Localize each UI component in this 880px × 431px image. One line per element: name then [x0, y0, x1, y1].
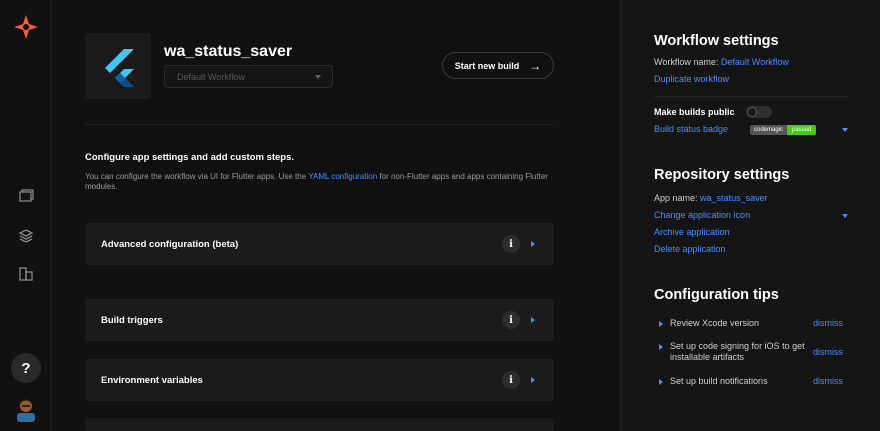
tip-item: Set up build notifications dismiss: [654, 376, 848, 390]
app-name-label: App name:: [654, 193, 698, 203]
help-button[interactable]: ?: [11, 353, 41, 383]
dismiss-link[interactable]: dismiss: [813, 376, 843, 386]
app-title: wa_status_saver: [164, 43, 293, 60]
build-status-badge-link[interactable]: Build status badge: [654, 124, 728, 134]
configuration-tips-heading: Configuration tips: [654, 287, 779, 303]
section-build-triggers[interactable]: Build triggers i: [85, 299, 554, 341]
toggle-knob: [747, 107, 757, 117]
chevron-down-icon: [315, 75, 321, 79]
configure-title: Configure app settings and add custom st…: [85, 152, 295, 163]
badge-left: codemagic: [750, 125, 788, 135]
user-avatar[interactable]: [14, 396, 38, 422]
caret-right-icon[interactable]: [531, 377, 535, 383]
caret-right-icon[interactable]: [659, 344, 663, 350]
chevron-down-icon[interactable]: [842, 214, 848, 218]
start-build-label: Start new build: [454, 60, 520, 71]
caret-right-icon[interactable]: [531, 317, 535, 323]
section-title: Build triggers: [101, 315, 163, 326]
duplicate-workflow-link[interactable]: Duplicate workflow: [654, 74, 729, 84]
section-title: Advanced configuration (beta): [101, 239, 239, 250]
app-name-link[interactable]: wa_status_saver: [700, 193, 768, 203]
workflow-settings-heading: Workflow settings: [654, 33, 779, 49]
info-icon[interactable]: i: [502, 311, 520, 329]
arrow-right-icon: →: [529, 58, 542, 73]
archive-application-link[interactable]: Archive application: [654, 227, 730, 237]
info-icon[interactable]: i: [502, 371, 520, 389]
dismiss-link[interactable]: dismiss: [813, 347, 843, 357]
tip-text[interactable]: Set up build notifications: [670, 376, 810, 387]
dismiss-link[interactable]: dismiss: [813, 318, 843, 328]
info-icon[interactable]: i: [502, 235, 520, 253]
tip-item: Set up code signing for iOS to get insta…: [654, 341, 848, 365]
workflow-select-placeholder: Default Workflow: [177, 72, 245, 82]
section-environment-variables[interactable]: Environment variables i: [85, 359, 554, 401]
repository-settings-heading: Repository settings: [654, 167, 790, 183]
status-badge: codemagic passed: [750, 125, 817, 135]
section-partial: [85, 418, 554, 431]
workflow-name-label: Workflow name:: [654, 57, 719, 67]
caret-right-icon[interactable]: [659, 379, 663, 385]
layers-icon[interactable]: [18, 228, 34, 244]
codemagic-logo-icon[interactable]: [13, 14, 39, 40]
divider: [85, 124, 554, 125]
workflow-select[interactable]: Default Workflow: [164, 65, 333, 88]
tip-item: Review Xcode version dismiss: [654, 318, 848, 332]
workflow-name-row: Workflow name: Default Workflow: [654, 57, 789, 67]
flutter-logo-icon: [105, 49, 134, 87]
caret-right-icon[interactable]: [659, 321, 663, 327]
icon-rail: ?: [0, 0, 52, 431]
delete-application-link[interactable]: Delete application: [654, 244, 726, 254]
chevron-down-icon[interactable]: [842, 128, 848, 132]
caret-right-icon[interactable]: [531, 241, 535, 247]
workflow-name-link[interactable]: Default Workflow: [721, 57, 789, 67]
section-title: Environment variables: [101, 375, 203, 386]
apps-icon[interactable]: [18, 188, 34, 204]
teams-icon[interactable]: [18, 266, 34, 282]
make-builds-public-label: Make builds public: [654, 107, 735, 117]
codemagic-app: ? wa_status_saver Default Workflow Start…: [0, 0, 880, 431]
main-content: wa_status_saver Default Workflow Start n…: [52, 0, 620, 431]
tip-text[interactable]: Review Xcode version: [670, 318, 810, 329]
settings-sidebar: Workflow settings Workflow name: Default…: [620, 0, 880, 431]
tip-text[interactable]: Set up code signing for iOS to get insta…: [670, 341, 810, 363]
divider: [654, 96, 848, 97]
yaml-configuration-link[interactable]: YAML configuration: [308, 172, 377, 181]
desc-text: You can configure the workflow via UI fo…: [85, 172, 309, 181]
configure-description: You can configure the workflow via UI fo…: [85, 172, 560, 192]
app-thumbnail: [85, 33, 151, 99]
app-name-row: App name: wa_status_saver: [654, 193, 768, 203]
badge-right: passed: [787, 125, 817, 135]
change-application-icon-link[interactable]: Change application icon: [654, 210, 750, 220]
make-builds-public-toggle[interactable]: [746, 106, 772, 118]
start-new-build-button[interactable]: Start new build →: [442, 52, 554, 79]
section-advanced-configuration[interactable]: Advanced configuration (beta) i: [85, 223, 554, 265]
